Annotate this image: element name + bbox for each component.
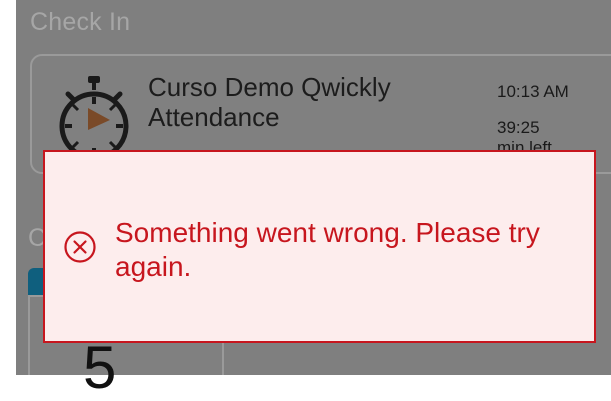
error-banner[interactable]: Something went wrong. Please try again.: [43, 150, 596, 343]
stopwatch-icon: [59, 76, 129, 161]
stat-number: 5: [83, 334, 117, 401]
session-time: 10:13 AM: [497, 82, 569, 101]
error-circle-x-icon: [64, 231, 96, 263]
session-name: Curso Demo Qwickly Attendance: [148, 72, 391, 132]
check-in-title: Check In: [30, 8, 131, 36]
error-message: Something went wrong. Please try again.: [115, 217, 540, 282]
